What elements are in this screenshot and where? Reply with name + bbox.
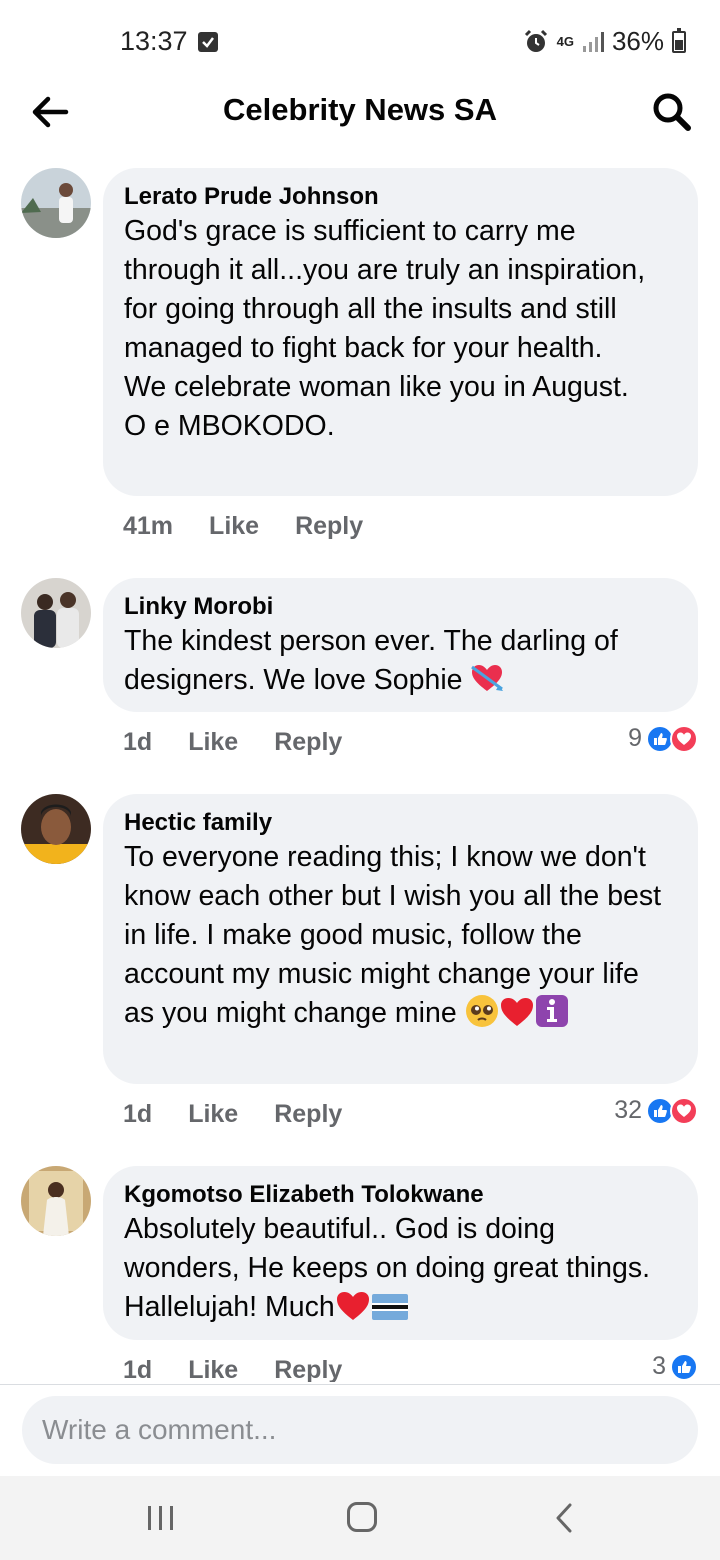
avatar[interactable] [21,578,91,648]
comment-actions: 1d Like Reply [123,1356,342,1382]
comment-text: To everyone reading this; I know we don'… [124,841,669,1029]
status-indicators: 4G 36% [523,26,686,57]
search-icon[interactable] [650,90,694,134]
comment-input[interactable] [22,1396,698,1464]
comment-time[interactable]: 1d [123,1356,152,1382]
notification-check-icon [198,32,218,52]
reaction-summary[interactable]: 32 [614,1096,698,1125]
comment-text-wrap: To everyone reading this; I know we don'… [124,838,676,1033]
avatar[interactable] [21,794,91,864]
system-nav-bar [0,1476,720,1560]
avatar[interactable] [21,1166,91,1236]
status-bar: 13:37 4G 36% [0,0,720,82]
comment-composer [22,1396,698,1464]
battery-icon [672,27,686,53]
comment-time[interactable]: 1d [123,728,152,757]
red-heart-emoji-icon [500,998,533,1026]
signal-icon [582,31,604,52]
composer-divider [0,1384,720,1385]
like-button[interactable]: Like [209,512,259,541]
reply-button[interactable]: Reply [295,512,363,541]
red-heart-emoji-icon [336,1292,369,1320]
comment-actions: 41m Like Reply [123,512,363,541]
love-reaction-icon [670,724,698,753]
reply-button[interactable]: Reply [274,1100,342,1129]
comment-time[interactable]: 1d [123,1100,152,1129]
battery-percent: 36% [611,26,664,56]
avatar[interactable] [21,168,91,238]
network-4g-icon: 4G [556,33,574,49]
nav-back-icon[interactable] [552,1502,576,1534]
app-header: Celebrity News SA [0,82,720,146]
reaction-count: 9 [628,724,642,752]
comment-text-wrap: The kindest person ever. The darling of … [124,622,676,700]
comment-author[interactable]: Hectic family [124,808,676,838]
pleading-face-emoji-icon [465,995,498,1027]
heart-arrow-emoji-icon [471,665,504,691]
reaction-summary[interactable]: 3 [652,1352,698,1381]
botswana-flag-emoji-icon [371,1294,408,1320]
comment-bubble[interactable]: Hectic family To everyone reading this; … [103,794,698,1084]
comment-author[interactable]: Linky Morobi [124,592,676,622]
like-button[interactable]: Like [188,1100,238,1129]
status-time: 13:37 [120,26,188,56]
reply-button[interactable]: Reply [274,728,342,757]
alarm-icon [524,29,547,52]
comment-author[interactable]: Kgomotso Elizabeth Tolokwane [124,1180,676,1210]
comment-author[interactable]: Lerato Prude Johnson [124,182,676,212]
comment-actions: 1d Like Reply [123,1100,342,1129]
comment-text-wrap: Absolutely beautiful.. God is doing wond… [124,1210,676,1327]
recent-apps-icon[interactable] [146,1504,176,1532]
reply-button[interactable]: Reply [274,1356,342,1382]
reaction-count: 32 [614,1096,642,1124]
comment-text: The kindest person ever. The darling of … [124,625,626,696]
home-icon[interactable] [347,1502,377,1532]
page-title: Celebrity News SA [223,92,497,127]
comment-text: God's grace is sufficient to carry me th… [124,215,646,442]
comment-time[interactable]: 41m [123,512,173,541]
like-button[interactable]: Like [188,1356,238,1382]
comment-bubble[interactable]: Lerato Prude Johnson God's grace is suff… [103,168,698,496]
reaction-count: 3 [652,1352,666,1380]
like-button[interactable]: Like [188,728,238,757]
reaction-summary[interactable]: 9 [628,724,698,753]
information-emoji-icon [535,995,568,1027]
like-reaction-icon [670,1352,698,1381]
love-reaction-icon [670,1096,698,1125]
comment-bubble[interactable]: Linky Morobi The kindest person ever. Th… [103,578,698,712]
comment-list: Lerato Prude Johnson God's grace is suff… [0,160,720,1382]
comment-actions: 1d Like Reply [123,728,342,757]
comment-bubble[interactable]: Kgomotso Elizabeth Tolokwane Absolutely … [103,1166,698,1340]
